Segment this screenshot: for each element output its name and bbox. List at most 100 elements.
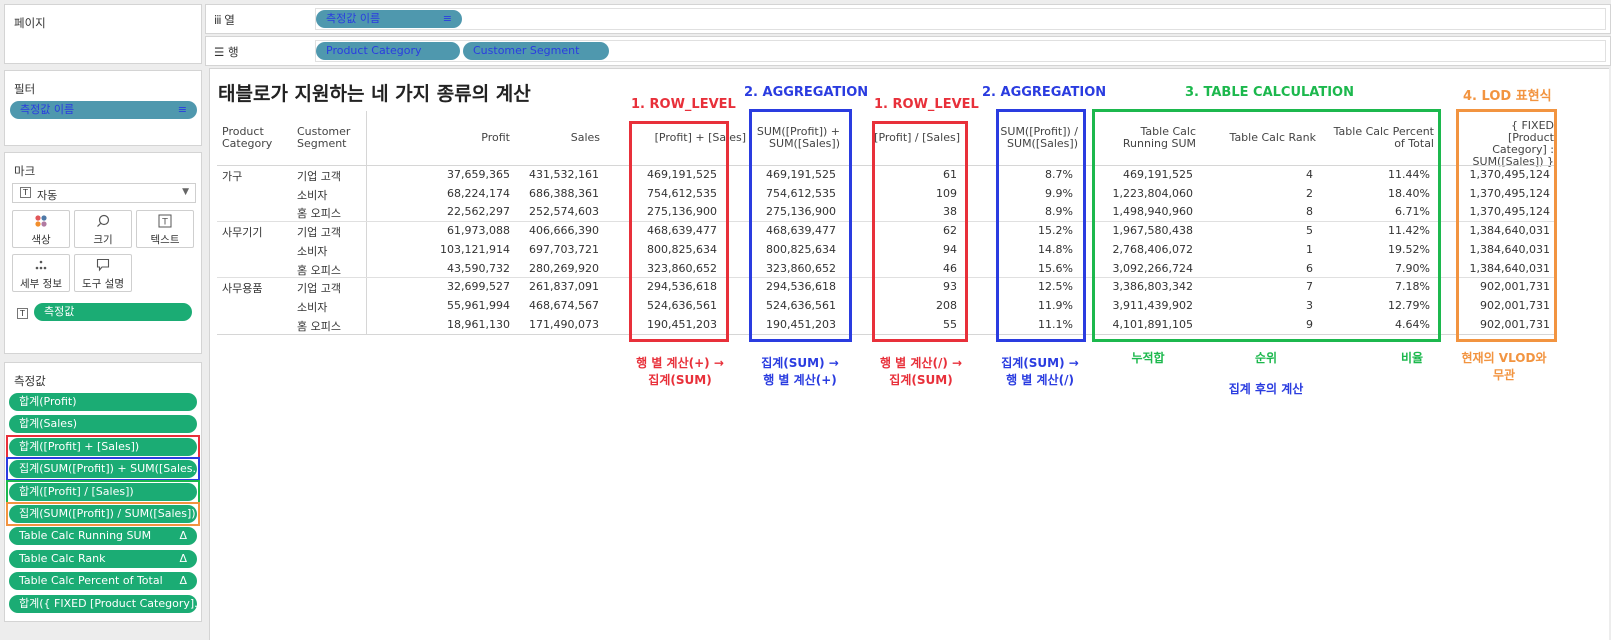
cell-profit: 68,224,174 (447, 186, 510, 200)
mark-type-label: 자동 (37, 189, 58, 202)
note-agg-sum: 집계(SUM) → 행 별 계산(+) (761, 356, 839, 387)
measure-pill[interactable]: 합계([Profit] / [Sales]) (9, 482, 197, 501)
vertical-divider (366, 111, 367, 335)
cell-profit: 22,562,297 (447, 205, 510, 219)
columns-icon: iii (214, 13, 222, 27)
category-label: 사무기기 (222, 226, 263, 239)
note-agg-div: 집계(SUM) → 행 별 계산(/) (1001, 356, 1079, 387)
rows-pill-customer-segment[interactable]: Customer Segment (463, 42, 609, 60)
cell-sales: 697,703,721 (529, 242, 599, 256)
delta-icon: Δ (179, 551, 187, 565)
header-customer-segment: Customer Segment (297, 125, 351, 150)
measure-pill[interactable]: Table Calc Percent of Total Δ (9, 572, 197, 591)
filters-panel[interactable]: 필터 측정값 이름 ≡ (4, 70, 202, 146)
pages-panel[interactable]: 페이지 (4, 4, 202, 64)
marks-pill-measure-values[interactable]: 측정값 (34, 303, 192, 321)
segment-label: 소비자 (297, 244, 328, 258)
highlight-box-row-sum (629, 121, 729, 342)
cell-profit: 61,973,088 (447, 224, 510, 238)
header-profit: Profit (481, 131, 510, 144)
cell-sales: 261,837,091 (529, 280, 599, 294)
color-icon (13, 214, 69, 232)
tooltip-button[interactable]: 도구 설명 (74, 254, 132, 292)
cell-profit: 103,121,914 (440, 242, 510, 256)
rows-shelf[interactable]: ☰ 행 Product Category Customer Segment (205, 36, 1611, 66)
annotation-aggregation-2: 2. AGGREGATION (982, 85, 1107, 100)
marks-title: 마크 (14, 164, 36, 178)
cell-profit: 37,659,365 (447, 168, 510, 181)
size-button[interactable]: 크기 (74, 210, 132, 248)
rows-pill-product-category[interactable]: Product Category (316, 42, 460, 60)
filter-pill-measure-names[interactable]: 측정값 이름 ≡ (10, 101, 197, 119)
annotation-table-calc: 3. TABLE CALCULATION (1185, 85, 1354, 100)
cell-sales: 406,666,390 (529, 224, 599, 238)
cell-profit: 32,699,527 (447, 280, 510, 294)
category-label: 사무용품 (222, 282, 263, 295)
segment-label: 소비자 (297, 300, 328, 314)
note-after-aggregation: 집계 후의 계산 (1228, 382, 1304, 396)
category-label: 가구 (222, 170, 243, 183)
measure-pill[interactable]: 집계(SUM([Profit]) / SUM([Sales])) (9, 505, 197, 523)
highlight-box-agg-sum (749, 109, 852, 342)
color-button[interactable]: 색상 (12, 210, 70, 248)
measure-pill[interactable]: Table Calc Rank Δ (9, 549, 197, 568)
text-mark-icon: T (17, 308, 28, 319)
rows-shelf-label: ☰ 행 (214, 45, 239, 59)
measure-pill[interactable]: 합계(Profit) (9, 393, 197, 411)
columns-drop-area[interactable]: 측정값 이름 ≡ (315, 8, 1606, 30)
annotation-lod: 4. LOD 표현식 (1463, 89, 1552, 104)
cell-sales: 252,574,603 (529, 205, 599, 219)
text-mark-icon: T (20, 187, 31, 198)
highlight-box-agg-div (996, 109, 1086, 342)
svg-text:T: T (161, 218, 168, 228)
note-running-sum: 누적합 (1131, 351, 1165, 365)
header-sales: Sales (570, 131, 600, 144)
segment-label: 기업 고객 (297, 226, 341, 240)
tooltip-icon (75, 258, 131, 276)
cell-sales: 171,490,073 (529, 317, 599, 331)
rows-drop-area[interactable]: Product Category Customer Segment (315, 40, 1606, 62)
segment-label: 기업 고객 (297, 170, 341, 183)
segment-label: 소비자 (297, 188, 328, 202)
view-canvas[interactable]: 태블로가 지원하는 네 가지 종류의 계산 1. ROW_LEVEL 2. AG… (209, 68, 1609, 640)
pages-title: 페이지 (14, 16, 46, 30)
segment-label: 기업 고객 (297, 282, 341, 296)
header-product-category: Product Category (222, 125, 273, 150)
highlight-box-table-calc (1092, 109, 1441, 342)
annotation-aggregation-1: 2. AGGREGATION (744, 85, 869, 100)
segment-label: 홈 오피스 (297, 319, 341, 333)
annotation-row-level-2: 1. ROW_LEVEL (874, 97, 979, 112)
chevron-down-icon: ▼ (182, 187, 189, 197)
cell-sales: 280,269,920 (529, 261, 599, 275)
sort-icon: ≡ (177, 103, 187, 116)
mark-type-dropdown[interactable]: T 자동 ▼ (12, 183, 196, 203)
measure-pill[interactable]: 합계([Profit] + [Sales]) (9, 437, 197, 456)
measure-pill[interactable]: Table Calc Running SUM Δ (9, 527, 197, 546)
text-icon: T (137, 214, 193, 232)
note-percent: 비율 (1400, 351, 1424, 365)
measure-pill[interactable]: 합계({ FIXED [Product Category].. (9, 594, 197, 613)
columns-shelf[interactable]: iii 열 측정값 이름 ≡ (205, 4, 1611, 34)
columns-pill-measure-names[interactable]: 측정값 이름 ≡ (316, 10, 462, 28)
cell-profit: 55,961,994 (447, 298, 510, 312)
annotation-row-level-1: 1. ROW_LEVEL (631, 97, 736, 112)
view-title: 태블로가 지원하는 네 가지 종류의 계산 (218, 83, 531, 105)
measure-pill[interactable]: 합계(Sales) (9, 415, 197, 434)
delta-icon: Δ (179, 529, 187, 543)
highlight-box-lod (1456, 109, 1557, 342)
size-icon (75, 214, 131, 232)
cell-sales: 468,674,567 (529, 298, 599, 312)
detail-button[interactable]: 세부 정보 (12, 254, 70, 292)
cell-sales: 686,388,361 (529, 186, 599, 200)
highlight-box-row-div (872, 121, 968, 342)
note-rank: 순위 (1254, 351, 1278, 365)
note-lod: 현재의 VLOD와 무관 (1461, 351, 1547, 382)
marks-panel: 마크 T 자동 ▼ 색상 크기 T 텍스트 세부 정보 도구 설명 T 측정값 (4, 152, 202, 354)
segment-label: 홈 오피스 (297, 263, 341, 277)
note-row-div: 행 별 계산(/) → 집계(SUM) (879, 356, 963, 387)
cell-sales: 431,532,161 (529, 168, 599, 181)
cell-profit: 43,590,732 (447, 261, 510, 275)
measure-pill[interactable]: 집계(SUM([Profit]) + SUM([Sales.. (9, 460, 197, 479)
text-button[interactable]: T 텍스트 (136, 210, 194, 248)
note-row-sum: 행 별 계산(+) → 집계(SUM) (636, 356, 724, 387)
